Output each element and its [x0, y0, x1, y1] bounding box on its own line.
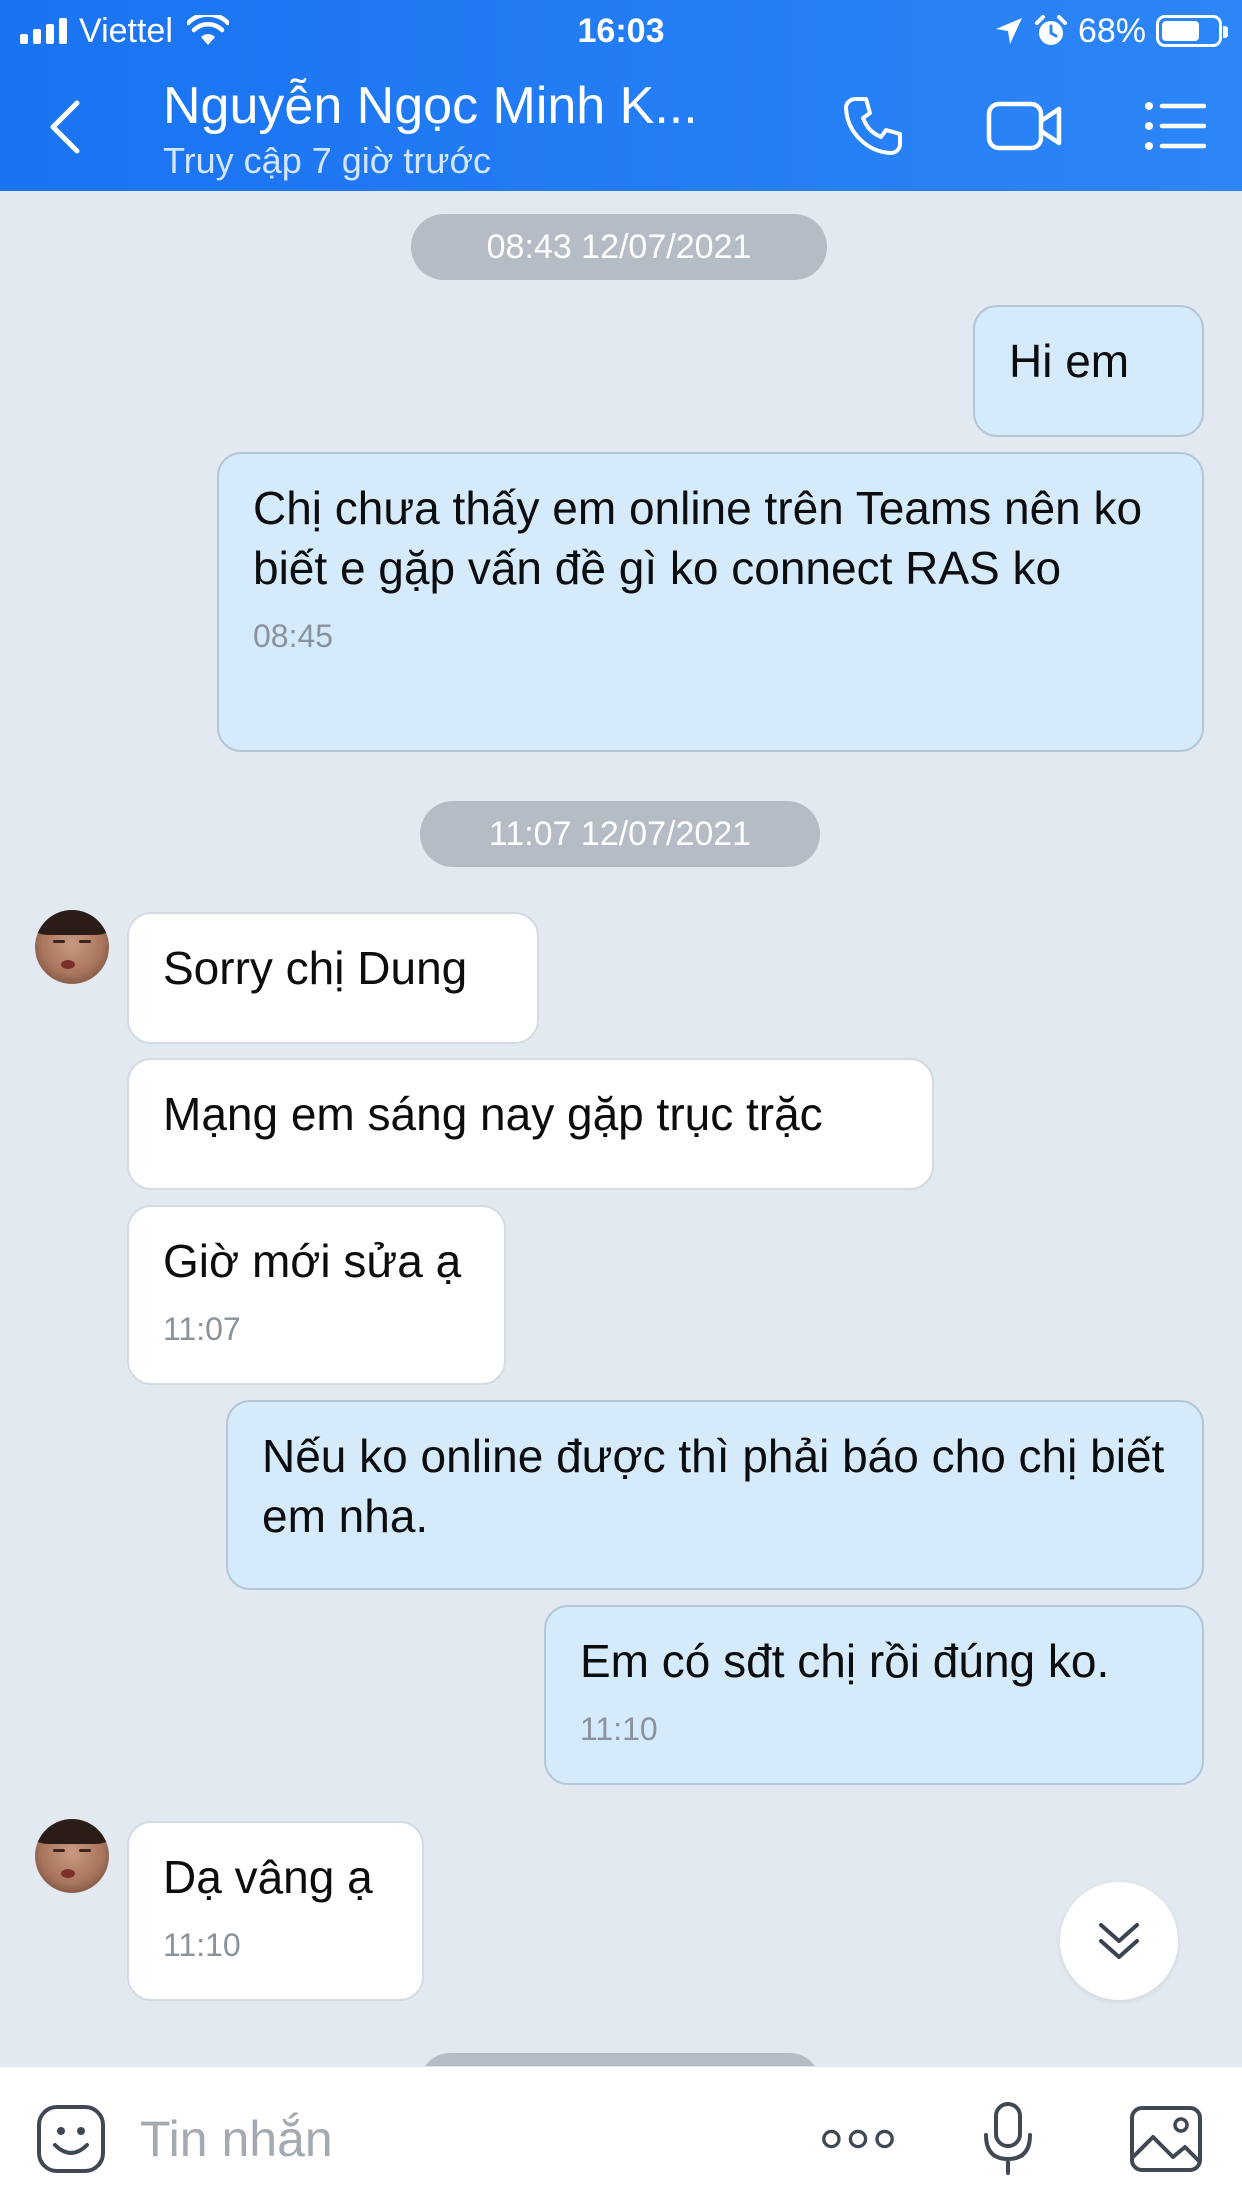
double-chevron-down-icon [1099, 1923, 1139, 1959]
scroll-to-bottom-button[interactable] [1060, 1882, 1178, 2000]
message-input[interactable] [140, 2101, 760, 2177]
message-incoming[interactable]: Giờ mới sửa ạ 11:07 [127, 1205, 506, 1385]
message-outgoing[interactable]: Nếu ko online được thì phải báo cho chị … [226, 1400, 1204, 1590]
emoji-button[interactable] [33, 2101, 109, 2177]
menu-list-icon [1145, 102, 1206, 150]
message-incoming[interactable]: Dạ vâng ạ 11:10 [127, 1821, 424, 2001]
message-outgoing[interactable]: Chị chưa thấy em online trên Teams nên k… [217, 452, 1204, 752]
contact-name[interactable]: Nguyễn Ngọc Minh K... [163, 74, 698, 138]
emoji-icon [37, 2105, 105, 2173]
voice-message-button[interactable] [970, 2101, 1046, 2177]
message-text: Sorry chị Dung [163, 942, 468, 994]
message-text: Em có sđt chị rồi đúng ko. [580, 1635, 1110, 1687]
chat-options-button[interactable] [1135, 88, 1215, 164]
back-button[interactable] [30, 92, 100, 162]
video-call-icon [986, 101, 1062, 151]
more-options-button[interactable] [820, 2101, 896, 2177]
message-time: 11:07 [163, 1311, 241, 1347]
battery-percent: 68% [1077, 12, 1146, 50]
back-icon [50, 100, 80, 154]
composer-bar [0, 2066, 1242, 2208]
message-text: Mạng em sáng nay gặp trục trặc [163, 1088, 823, 1140]
message-text: Chị chưa thấy em online trên Teams nên k… [253, 482, 1143, 594]
alarm-icon [1034, 15, 1067, 45]
message-text: Giờ mới sửa ạ [163, 1235, 462, 1287]
message-text: Nếu ko online được thì phải báo cho chị … [262, 1430, 1165, 1542]
message-incoming[interactable]: Sorry chị Dung [127, 912, 539, 1044]
image-icon [1130, 2106, 1202, 2172]
status-bar: Viettel 16:03 68% [0, 0, 1242, 62]
battery-icon [1156, 15, 1228, 47]
message-time: 11:10 [163, 1927, 241, 1963]
more-icon [822, 2129, 894, 2149]
battery-fill [1162, 21, 1199, 41]
voice-call-button[interactable] [833, 88, 913, 164]
message-outgoing[interactable]: Em có sđt chị rồi đúng ko. 11:10 [544, 1605, 1204, 1785]
phone-icon [844, 97, 902, 155]
send-image-button[interactable] [1128, 2101, 1204, 2177]
message-time: 11:10 [580, 1711, 658, 1747]
location-icon [995, 18, 1022, 44]
video-call-button[interactable] [984, 88, 1064, 164]
contact-avatar[interactable] [35, 910, 109, 984]
timestamp-divider: 08:43 12/07/2021 [411, 214, 827, 280]
message-incoming[interactable]: Mạng em sáng nay gặp trục trặc [127, 1058, 934, 1190]
timestamp-divider: 11:07 12/07/2021 [420, 801, 820, 867]
chat-header: Viettel 16:03 68% Nguyễn Ngọc Minh K... … [0, 0, 1242, 191]
message-time: 08:45 [253, 618, 334, 654]
status-right: 68% [994, 12, 1228, 50]
microphone-icon [984, 2102, 1032, 2175]
contact-avatar[interactable] [35, 1819, 109, 1893]
message-text: Dạ vâng ạ [163, 1851, 373, 1903]
message-outgoing[interactable]: Hi em [973, 305, 1204, 437]
last-seen-status: Truy cập 7 giờ trước [163, 140, 492, 181]
message-text: Hi em [1009, 335, 1130, 387]
nav-bar: Nguyễn Ngọc Minh K... Truy cập 7 giờ trư… [0, 62, 1242, 191]
message-list[interactable]: 08:43 12/07/2021 Hi em Chị chưa thấy em … [0, 191, 1242, 2083]
